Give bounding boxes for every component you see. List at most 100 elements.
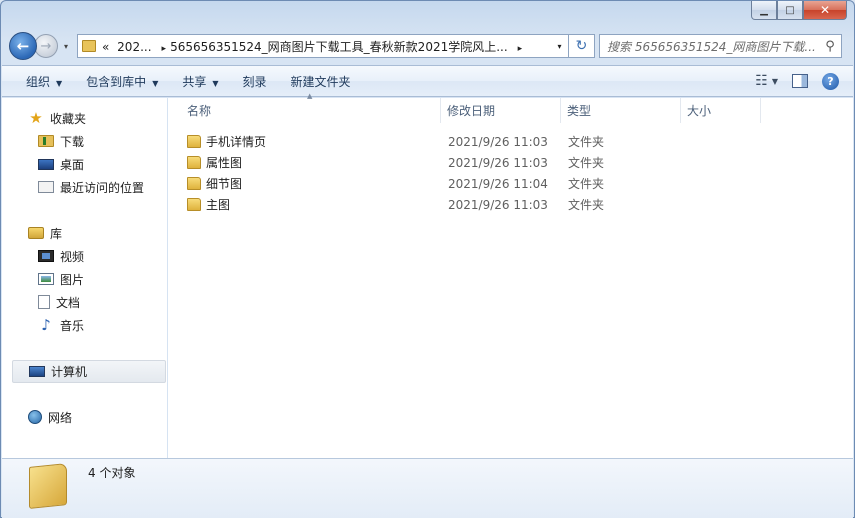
command-bar: 组织 ▼ 包含到库中 ▼ 共享 ▼ 刻录 新建文件夹 ☷ ▼ ? [2,65,853,97]
organize-button[interactable]: 组织 ▼ [2,73,74,90]
file-row[interactable]: 主图 2021/9/26 11:03 文件夹 [169,194,853,215]
navigation-pane: ★ 收藏夹 下载 桌面 最近访问的位置 库 视频 图片 文档 ♪ 音乐 计算机 … [2,98,168,458]
column-header-size[interactable]: 大小 [681,98,761,123]
back-arrow-icon: ← [16,37,30,55]
burn-button[interactable]: 刻录 [231,73,279,90]
computer-icon [29,366,45,377]
file-type: 文件夹 [568,156,605,170]
file-name-cell: 主图 [187,196,230,213]
sidebar-item-documents[interactable]: 文档 [38,292,80,312]
file-row[interactable]: 属性图 2021/9/26 11:03 文件夹 [169,152,853,173]
file-name-cell: 手机详情页 [187,133,266,150]
help-icon[interactable]: ? [822,72,839,90]
file-name: 属性图 [206,156,243,170]
file-date: 2021/9/26 11:04 [448,176,548,191]
view-options-icon[interactable]: ☷ [755,73,768,89]
include-in-library-button[interactable]: 包含到库中 ▼ [74,73,170,90]
sidebar-item-libraries[interactable]: 库 [28,223,62,243]
download-folder-icon [38,135,54,147]
sidebar-item-videos[interactable]: 视频 [38,246,84,266]
video-icon [38,250,54,262]
breadcrumb-separator-icon[interactable]: ▸ [518,44,523,54]
file-type: 文件夹 [568,135,605,149]
library-icon [28,227,44,239]
new-folder-button[interactable]: 新建文件夹 [279,73,363,90]
folder-icon [82,40,96,52]
include-in-library-label: 包含到库中 [86,74,147,89]
sidebar-item-favorites[interactable]: ★ 收藏夹 [28,108,86,128]
breadcrumb-item[interactable]: 202... [117,40,151,54]
address-bar[interactable]: « 202... ▸ 565656351524_网商图片下载工具_春秋新款2021学… [77,34,569,58]
explorer-window: ▁ □ ✕ ← → ▾ « 202... ▸ 565656351524_网商图片下载… [0,0,855,518]
navigation-bar: ← → ▾ « 202... ▸ 565656351524_网商图片下载工具_春秋新… [9,31,846,61]
chevron-down-icon: ▼ [212,78,219,88]
folder-icon [187,135,201,148]
column-headers: ▲ 名称 修改日期 类型 大小 [169,92,853,123]
file-name: 细节图 [206,177,243,191]
search-placeholder: 搜索 565656351524_网商图片下载... [607,39,816,54]
refresh-icon: ↻ [575,38,588,54]
organize-label: 组织 [26,74,51,89]
search-icon[interactable]: ⚲ [819,39,841,54]
column-header-type[interactable]: 类型 [561,98,681,123]
breadcrumb-separator-icon[interactable]: ▸ [162,44,167,54]
sidebar-item-label: 库 [50,226,63,241]
recent-places-icon [38,181,54,193]
file-row[interactable]: 手机详情页 2021/9/26 11:03 文件夹 [169,131,853,152]
search-input[interactable]: 搜索 565656351524_网商图片下载... ⚲ [599,34,842,58]
file-list: ▲ 名称 修改日期 类型 大小 手机详情页 2021/9/26 11:03 文件… [169,92,853,458]
share-button[interactable]: 共享 ▼ [170,73,230,90]
file-name: 手机详情页 [206,135,267,149]
sidebar-item-label: 视频 [60,249,85,264]
breadcrumb-item[interactable]: 565656351524_网商图片下载工具_春秋新款2021学院风上... [170,40,508,54]
refresh-button[interactable]: ↻ [569,34,595,58]
folder-icon [187,156,201,169]
close-button[interactable]: ✕ [803,1,847,20]
document-icon [38,295,50,309]
column-header-name[interactable]: 名称 [181,98,441,123]
preview-pane-icon[interactable] [792,74,808,88]
column-header-date[interactable]: 修改日期 [441,98,561,123]
desktop-icon [38,158,54,170]
sidebar-item-label: 下载 [60,134,85,149]
network-icon [28,410,42,424]
sidebar-item-downloads[interactable]: 下载 [38,131,84,151]
item-count: 4 个对象 [88,466,136,480]
star-icon: ★ [29,109,43,127]
sidebar-item-desktop[interactable]: 桌面 [38,154,84,174]
sidebar-item-label: 网络 [48,410,73,425]
sidebar-item-computer[interactable]: 计算机 [12,360,166,383]
content-area: ★ 收藏夹 下载 桌面 最近访问的位置 库 视频 图片 文档 ♪ 音乐 计算机 … [2,92,853,458]
file-date: 2021/9/26 11:03 [448,197,548,212]
chevron-down-icon: ▼ [56,78,63,88]
file-date: 2021/9/26 11:03 [448,155,548,170]
file-name-cell: 属性图 [187,154,242,171]
sidebar-item-music[interactable]: ♪ 音乐 [38,315,84,335]
breadcrumb-overflow[interactable]: « [102,40,109,54]
forward-arrow-icon: → [40,38,52,54]
sidebar-item-label: 桌面 [60,157,85,172]
maximize-button[interactable]: □ [777,1,803,20]
file-name: 主图 [206,198,231,212]
file-type: 文件夹 [568,198,605,212]
sidebar-item-label: 计算机 [51,365,88,379]
pictures-icon [38,273,54,285]
sidebar-item-recent-places[interactable]: 最近访问的位置 [38,177,144,197]
forward-button[interactable]: → [34,34,58,58]
recent-pages-dropdown[interactable]: ▾ [59,42,73,51]
sidebar-item-network[interactable]: 网络 [28,407,72,427]
sidebar-item-label: 图片 [60,272,85,287]
file-row[interactable]: 细节图 2021/9/26 11:04 文件夹 [169,173,853,194]
folder-icon [187,177,201,190]
sidebar-item-pictures[interactable]: 图片 [38,269,84,289]
sidebar-item-label: 文档 [56,295,81,310]
address-dropdown-icon[interactable]: ▾ [550,42,568,51]
details-pane: 4 个对象 [2,458,853,518]
chevron-down-icon[interactable]: ▼ [772,77,778,86]
sidebar-item-label: 最近访问的位置 [60,180,145,195]
share-label: 共享 [182,74,207,89]
minimize-button[interactable]: ▁ [751,1,777,20]
back-button[interactable]: ← [9,32,37,60]
file-name-cell: 细节图 [187,175,242,192]
breadcrumb: « 202... ▸ 565656351524_网商图片下载工具_春秋新款2021学… [102,38,550,55]
